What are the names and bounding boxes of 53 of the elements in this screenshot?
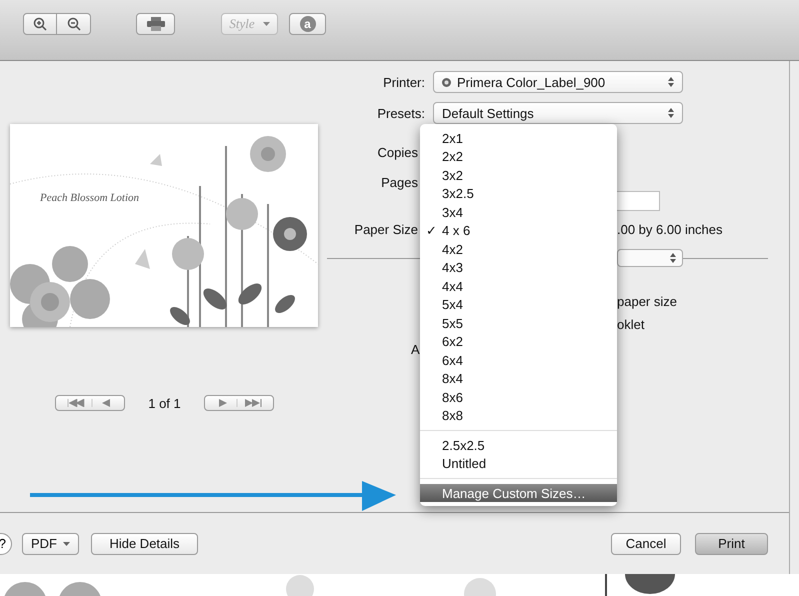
stepper-arrows-icon (670, 253, 676, 263)
print-button[interactable]: Print (695, 532, 768, 554)
printer-select[interactable]: Primera Color_Label_900 (433, 71, 683, 93)
check-mark: ✓ (426, 222, 438, 239)
zoom-out-icon (66, 17, 80, 31)
hide-details-button[interactable]: Hide Details (91, 532, 198, 554)
caret-icon (63, 542, 70, 546)
cancel-button[interactable]: Cancel (611, 532, 681, 554)
menu-item[interactable]: 6x4 (420, 351, 617, 370)
scale-option-text: paper size (617, 294, 677, 308)
zoom-in-button[interactable] (23, 13, 57, 35)
menu-item[interactable]: 4x3 (420, 258, 617, 277)
zoom-out-button[interactable] (57, 13, 91, 35)
booklet-option-text: oklet (617, 316, 644, 332)
menu-item[interactable]: 2.5x2.5 (420, 436, 617, 454)
page-indicator: 1 of 1 (147, 396, 182, 410)
copies-label: Copies (376, 144, 419, 160)
menu-item[interactable]: 8x6 (420, 388, 617, 406)
menu-item[interactable]: Untitled (420, 454, 617, 473)
previous-page-button[interactable] (55, 395, 125, 411)
menu-item[interactable]: 3x2.5 (420, 184, 617, 203)
pdf-button[interactable]: PDF (22, 532, 79, 554)
menu-item[interactable]: 2x2 (420, 148, 617, 166)
menu-item[interactable]: 2x1 (420, 129, 617, 148)
text-button[interactable]: a (289, 13, 326, 35)
menu-item[interactable]: 6x2 (420, 332, 617, 351)
stepper-arrows-icon (668, 108, 674, 118)
stepper-arrows-icon (668, 77, 674, 87)
menu-item[interactable]: 4x2 (420, 240, 617, 258)
menu-item[interactable]: 8x4 (420, 370, 617, 388)
presets-label: Presets: (376, 106, 425, 120)
next-page-button[interactable] (204, 395, 274, 411)
layout-label: A (411, 342, 420, 356)
layout-select[interactable] (617, 249, 683, 267)
caret-icon (262, 22, 270, 26)
menu-item[interactable]: ✓ 4 x 6 (420, 222, 617, 240)
manage-custom-sizes-item[interactable]: Manage Custom Sizes… (420, 484, 617, 502)
printer-icon (146, 17, 164, 31)
menu-item[interactable]: 3x4 (420, 203, 617, 222)
menu-item[interactable]: 4x4 (420, 277, 617, 296)
printer-status-icon (442, 78, 451, 86)
menu-item[interactable]: 5x5 (420, 314, 617, 332)
presets-select[interactable]: Default Settings (433, 102, 683, 124)
paper-size-label: Paper Size (353, 222, 419, 236)
print-button[interactable] (136, 13, 175, 35)
printer-label: Printer: (382, 74, 425, 90)
menu-item[interactable]: 8x8 (420, 406, 617, 425)
document-title: Peach Blossom Lotion (40, 192, 139, 204)
pages-label: Pages (380, 174, 419, 190)
menu-item[interactable]: 5x4 (420, 296, 617, 314)
menu-item[interactable]: 3x2 (420, 166, 617, 184)
zoom-in-icon (33, 17, 47, 31)
paper-size-text: .00 by 6.00 inches (617, 222, 723, 236)
